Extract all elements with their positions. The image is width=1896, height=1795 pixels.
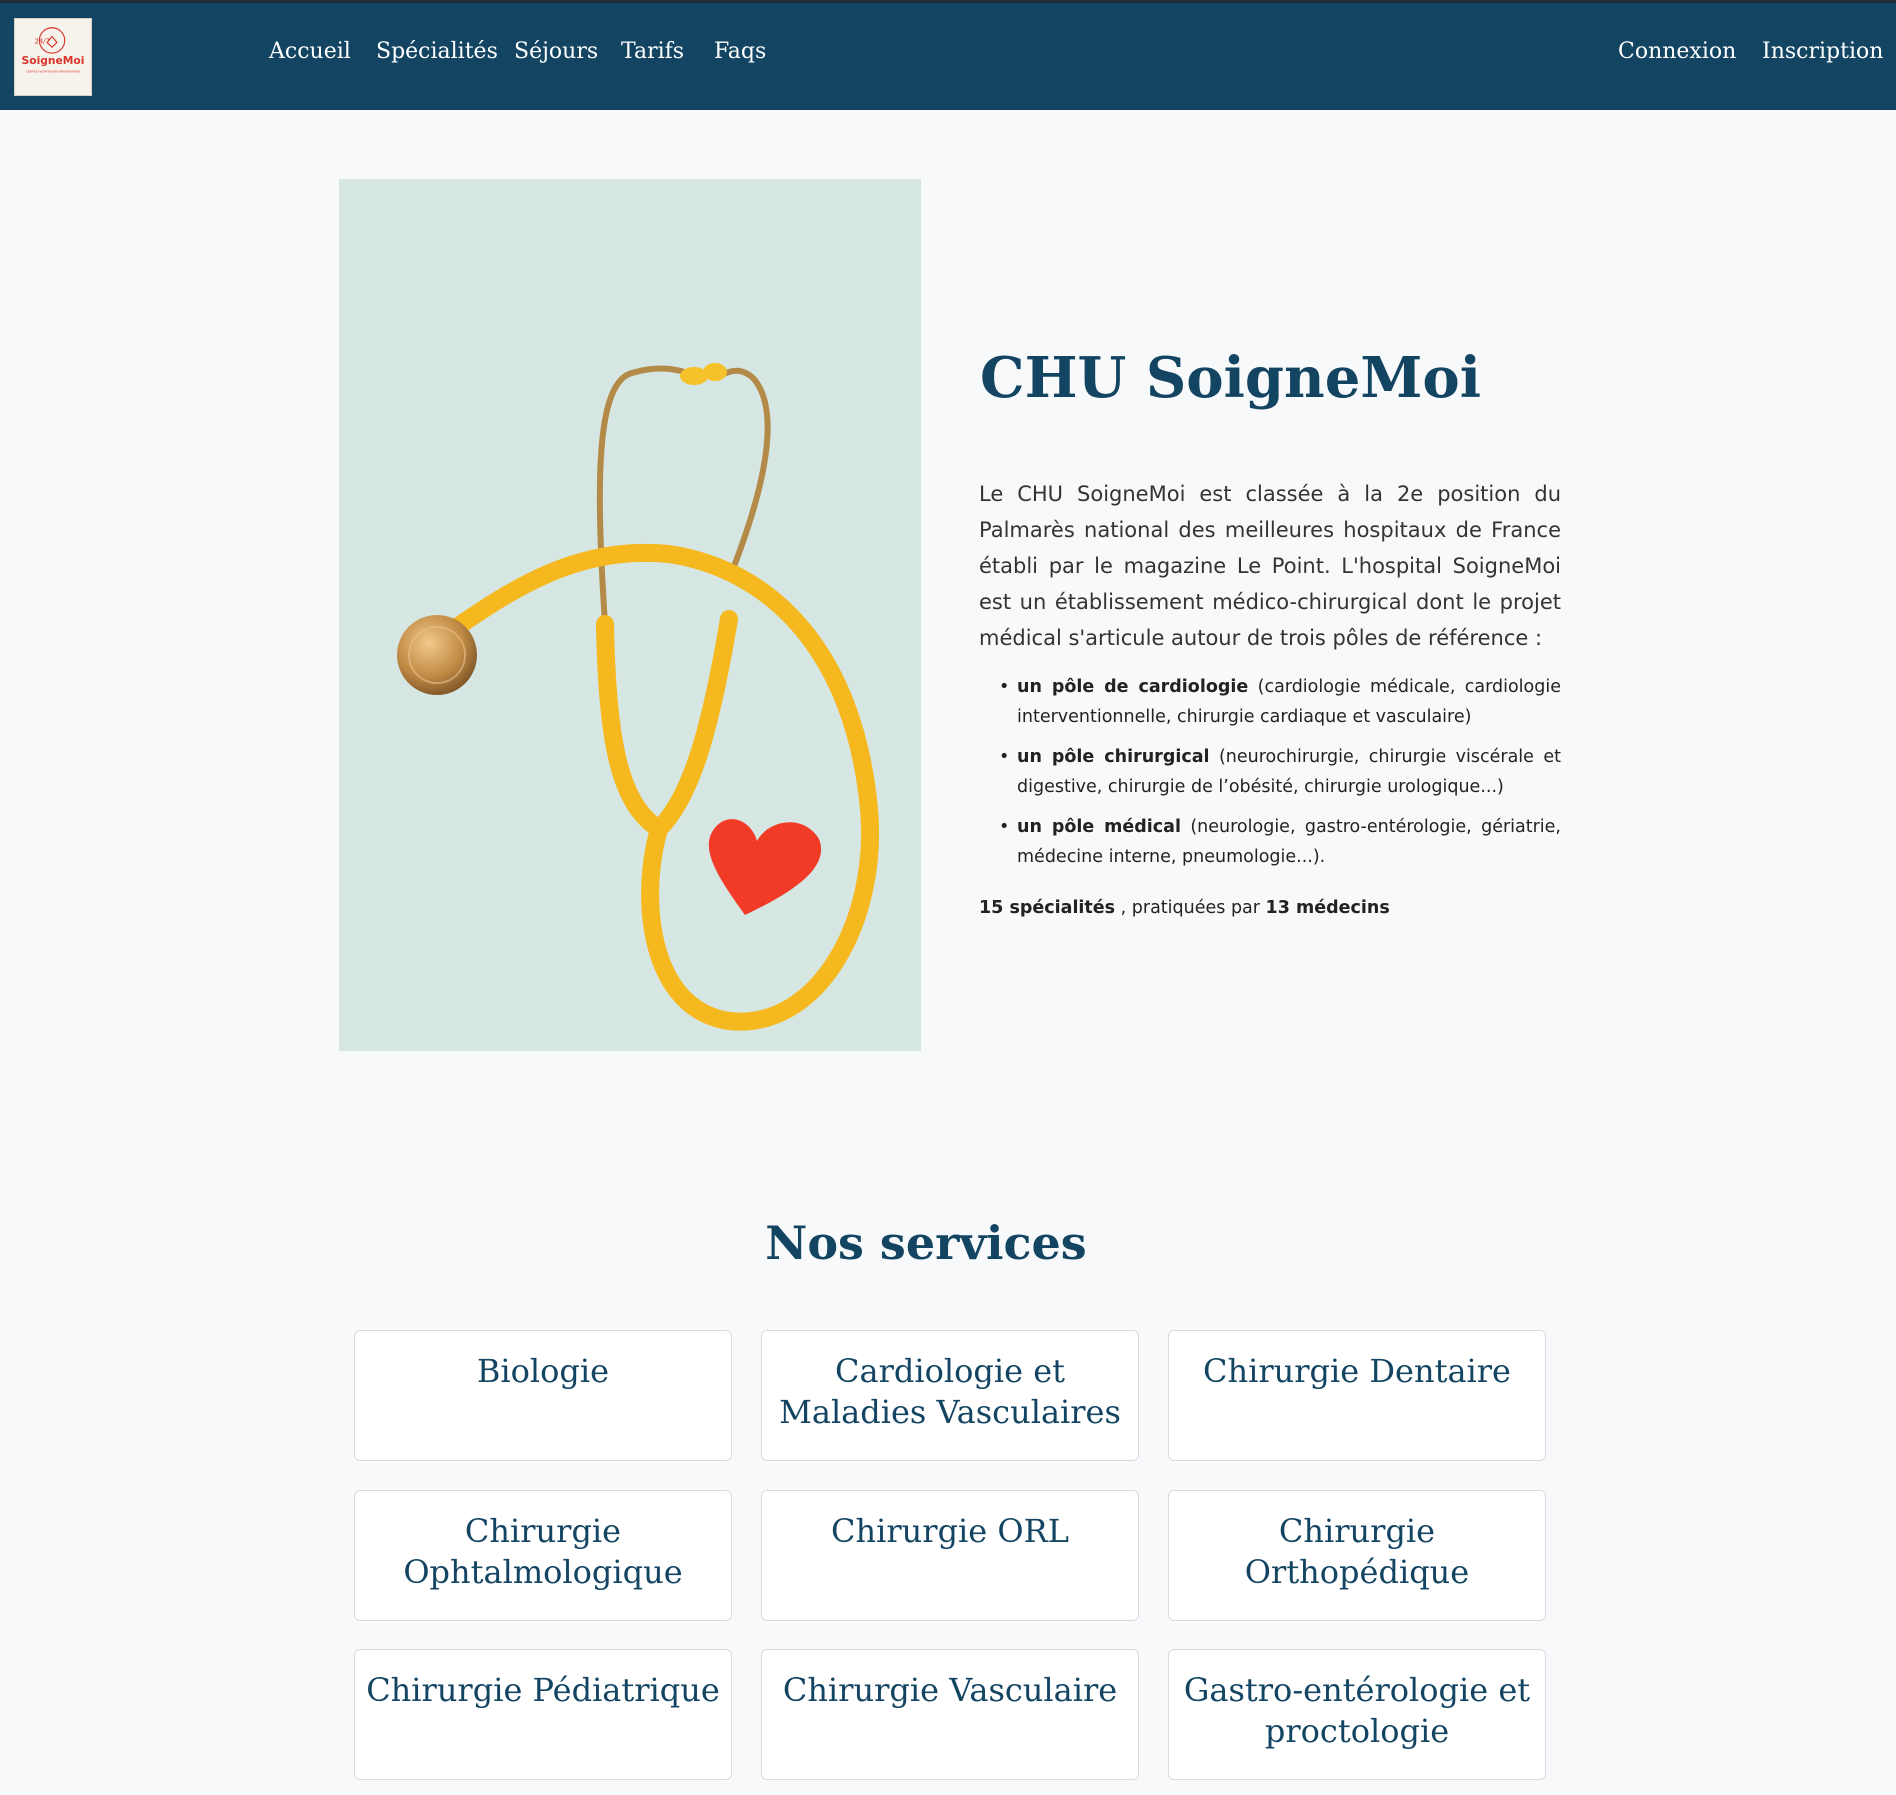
pole-item-cardiologie: un pôle de cardiologie (cardiologie médi… [999,672,1561,732]
service-card-label: Chirurgie Ophtalmologique [403,1512,683,1591]
hero-title: CHU SoigneMoi [980,345,1481,411]
service-card-label: Gastro-entérologie et proctologie [1183,1671,1531,1750]
nav-link-accueil[interactable]: Accueil [269,37,351,67]
poles-list: un pôle de cardiologie (cardiologie médi… [999,672,1561,882]
pole-item-chirurgical: un pôle chirurgical (neurochirurgie, chi… [999,742,1561,802]
nav-link-specialites[interactable]: Spécialités [376,37,498,67]
service-card-chirurgie-orl[interactable]: Chirurgie ORL [761,1490,1139,1621]
signup-link[interactable]: Inscription [1762,37,1883,67]
doctors-count: 13 médecins [1265,898,1390,918]
services-title: Nos services [765,1216,1087,1270]
navbar: 24/7 SoigneMoi CENTRE HOSPITALIER UNIVER… [0,3,1896,110]
svg-text:CENTRE HOSPITALIER UNIVERSITAI: CENTRE HOSPITALIER UNIVERSITAIRE [26,70,80,74]
stethoscope-heart-icon [339,179,921,1051]
hero-intro: Le CHU SoigneMoi est classée à la 2e pos… [979,482,1561,650]
service-card-biologie[interactable]: Biologie [354,1330,732,1461]
specialties-count: 15 spécialités [979,898,1116,918]
service-card-chirurgie-vasculaire[interactable]: Chirurgie Vasculaire [761,1649,1139,1780]
pole-item-medical: un pôle médical (neurologie, gastro-enté… [999,812,1561,872]
nav-link-sejours[interactable]: Séjours [514,37,598,67]
service-card-label: Cardiologie et Maladies Vasculaires [779,1352,1121,1431]
service-card-gastro-enterologie[interactable]: Gastro-entérologie et proctologie [1168,1649,1546,1780]
service-card-chirurgie-pediatrique[interactable]: Chirurgie Pédiatrique [354,1649,732,1780]
service-card-label: Chirurgie Orthopédique [1244,1512,1470,1591]
service-card-label: Chirurgie Pédiatrique [366,1671,720,1709]
service-card-label: Chirurgie Vasculaire [782,1671,1118,1709]
nav-link-tarifs[interactable]: Tarifs [621,37,684,67]
service-card-chirurgie-ophtalmologique[interactable]: Chirurgie Ophtalmologique [354,1490,732,1621]
hero-stats: 15 spécialités , pratiquées par 13 médec… [979,893,1390,923]
svg-text:SoigneMoi: SoigneMoi [22,54,85,67]
brand-logo[interactable]: 24/7 SoigneMoi CENTRE HOSPITALIER UNIVER… [14,18,92,96]
service-card-chirurgie-orthopedique[interactable]: Chirurgie Orthopédique [1168,1490,1546,1621]
hero-image [339,179,921,1051]
logo-icon: 24/7 SoigneMoi CENTRE HOSPITALIER UNIVER… [22,27,85,74]
service-card-cardiologie[interactable]: Cardiologie et Maladies Vasculaires [761,1330,1139,1461]
stats-connector: , pratiquées par [1115,898,1266,918]
service-card-label: Chirurgie ORL [831,1512,1069,1550]
nav-link-faqs[interactable]: Faqs [714,37,766,67]
login-link[interactable]: Connexion [1618,37,1736,67]
service-card-label: Biologie [476,1352,610,1390]
pole-title: un pôle médical [1017,817,1181,837]
service-card-label: Chirurgie Dentaire [1203,1352,1511,1390]
pole-title: un pôle chirurgical [1017,747,1210,767]
service-card-chirurgie-dentaire[interactable]: Chirurgie Dentaire [1168,1330,1546,1461]
svg-text:24/7: 24/7 [34,37,49,45]
pole-title: un pôle de cardiologie [1017,677,1249,697]
